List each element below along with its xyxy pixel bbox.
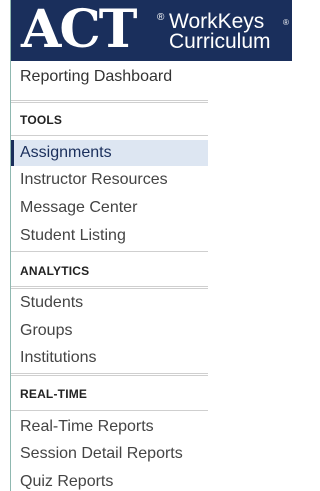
section-divider (11, 410, 208, 411)
brand-header: ACT ® WorkKeys ® Curriculum (11, 0, 292, 61)
nav-item-assignments[interactable]: Assignments (11, 140, 208, 166)
trademark-mark: ® (283, 18, 289, 27)
nav-item-real-time-reports[interactable]: Real-Time Reports (11, 414, 208, 440)
nav-item-quiz-reports[interactable]: Quiz Reports (11, 469, 208, 491)
section-divider (11, 251, 208, 252)
page-title: Reporting Dashboard (20, 68, 173, 85)
nav-item-session-detail-reports[interactable]: Session Detail Reports (11, 441, 208, 467)
nav-item-institutions[interactable]: Institutions (11, 345, 208, 371)
section-header-tools: TOOLS (20, 113, 63, 127)
nav-item-instructor-resources[interactable]: Instructor Resources (11, 167, 208, 193)
nav-item-message-center[interactable]: Message Center (11, 195, 208, 221)
nav-item-groups[interactable]: Groups (11, 318, 208, 344)
title-divider (11, 100, 208, 103)
product-name-line2: Curriculum (169, 30, 271, 53)
registered-mark: ® (157, 12, 165, 23)
section-divider (11, 286, 208, 289)
section-divider (11, 373, 208, 376)
nav-item-students[interactable]: Students (11, 290, 208, 316)
nav-item-student-listing[interactable]: Student Listing (11, 223, 208, 249)
section-divider (11, 135, 208, 136)
section-header-real-time: REAL-TIME (20, 387, 88, 401)
act-logo[interactable]: ACT (21, 4, 137, 56)
section-header-analytics: ANALYTICS (20, 264, 90, 278)
